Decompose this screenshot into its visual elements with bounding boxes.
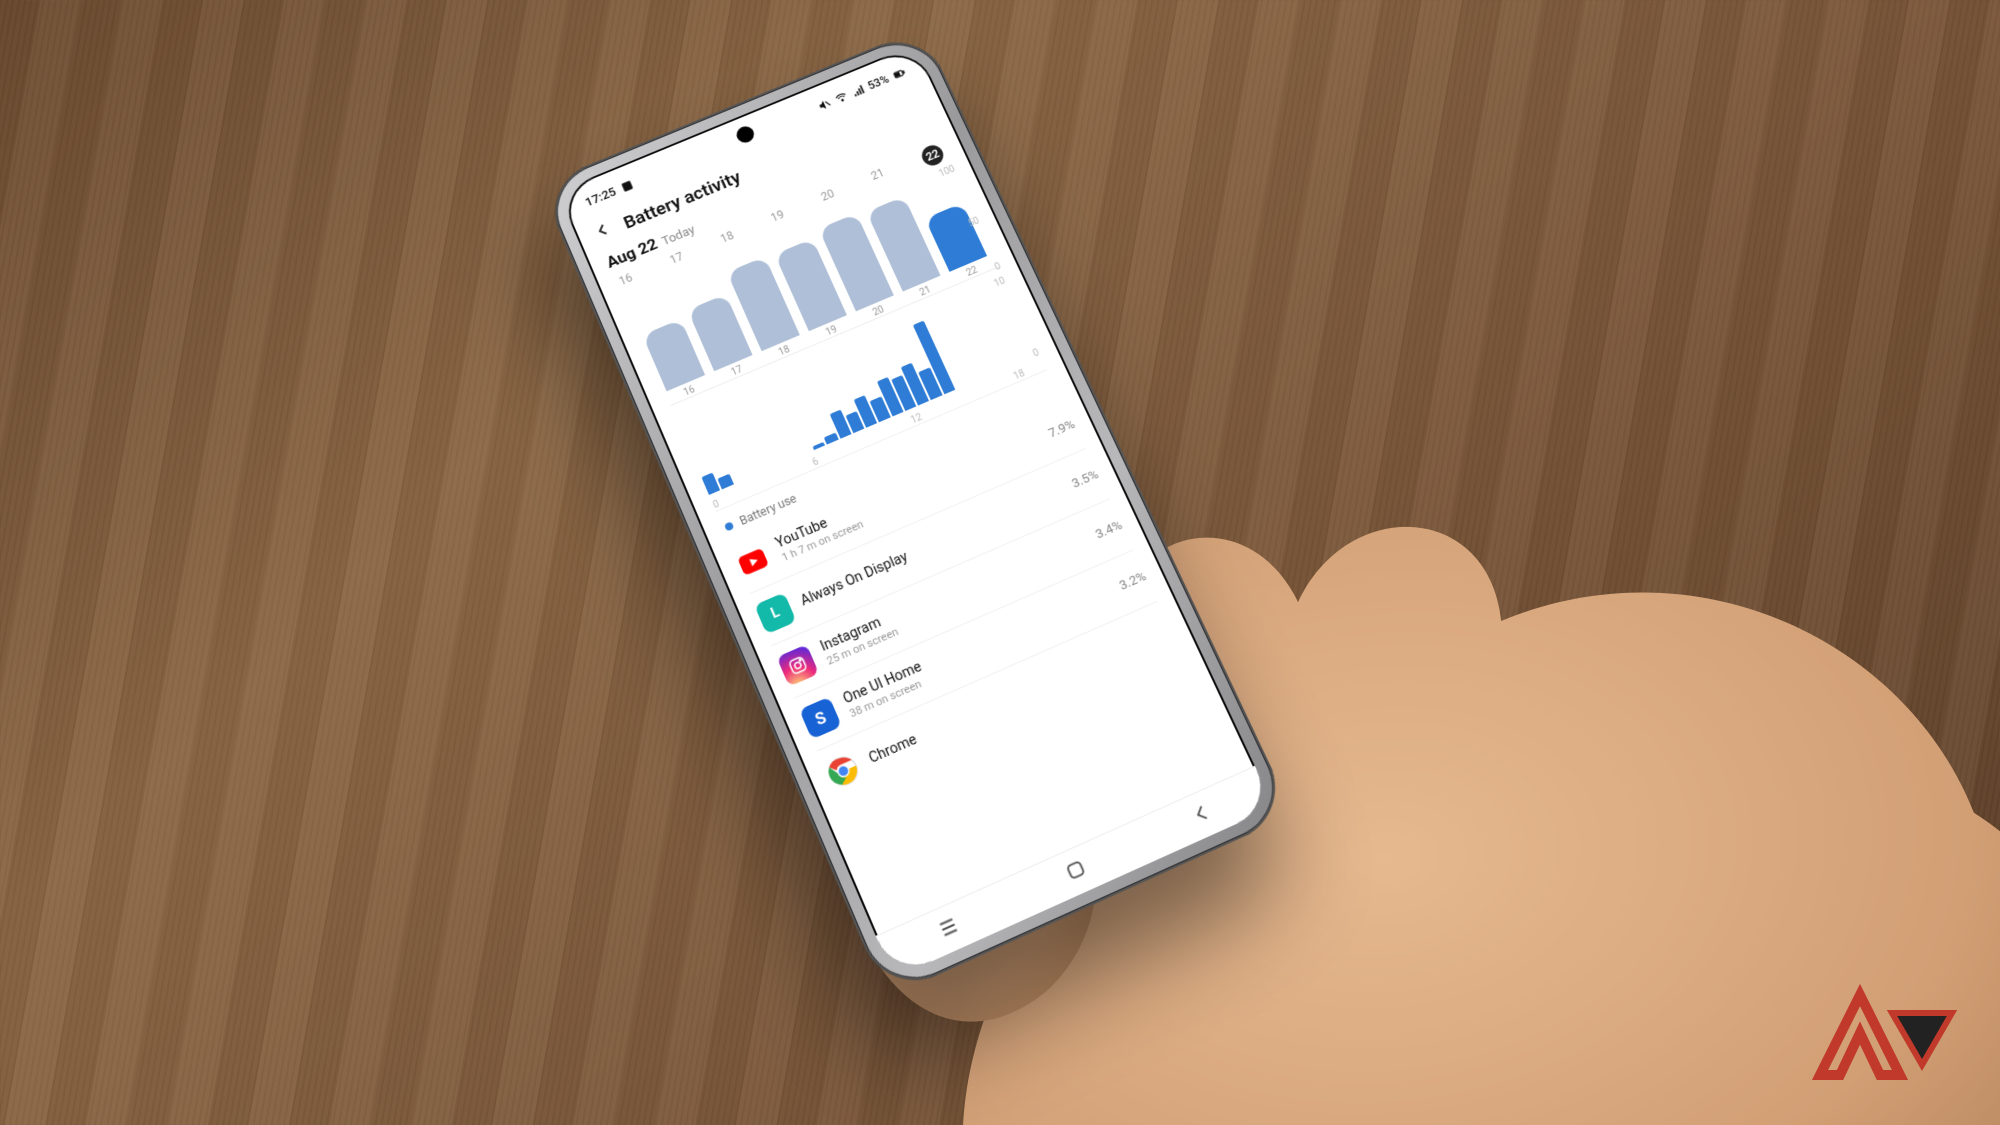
home-button[interactable] (1060, 854, 1092, 888)
chart1-xtick: 17 (730, 364, 744, 378)
battery-icon (890, 66, 908, 83)
chrome-icon (822, 749, 865, 792)
chart2-ytick: 10 (993, 276, 1007, 290)
chart2-xtick: 6 (811, 457, 820, 469)
legend-dot-icon (724, 521, 734, 531)
day-option[interactable]: 18 (718, 229, 738, 253)
wifi-icon (832, 90, 850, 107)
chart1-xtick: 22 (965, 265, 979, 279)
day-option[interactable]: 21 (869, 166, 889, 189)
youtube-icon (732, 541, 774, 583)
chart1-ytick: 0 (993, 261, 1002, 272)
chart1-xtick: 20 (871, 305, 885, 319)
battery-use-bar (718, 474, 734, 489)
chart1-xtick: 19 (824, 324, 838, 338)
recents-button[interactable] (933, 911, 965, 946)
instagram-icon (777, 644, 820, 686)
status-battery-pct: 53% (866, 73, 891, 93)
chart2-ytick: 0 (1031, 348, 1041, 360)
app-pct: 7.9% (1046, 417, 1077, 441)
notification-icon (618, 178, 636, 195)
status-time: 17:25 (583, 185, 618, 210)
oneui-icon: S (799, 697, 842, 740)
battery-use-bar (701, 472, 720, 495)
app-pct: 3.5% (1069, 467, 1100, 491)
battery-use-bar (824, 433, 838, 445)
day-option[interactable]: 19 (769, 208, 789, 232)
battery-use-bar (812, 442, 825, 450)
day-option[interactable]: 20 (819, 187, 839, 210)
app-pct: 3.2% (1117, 569, 1149, 594)
day-option[interactable]: 16 (617, 271, 637, 295)
day-option[interactable]: 17 (668, 250, 688, 274)
chart2-xtick: 0 (712, 499, 721, 511)
chart1-xtick: 16 (682, 384, 696, 398)
watermark-logo (1800, 975, 1960, 1095)
chart1-xtick: 18 (777, 344, 791, 358)
back-nav-button[interactable] (1186, 798, 1218, 832)
signal-icon (849, 83, 867, 100)
aod-icon: L (754, 592, 796, 634)
app-pct: 3.4% (1093, 518, 1124, 542)
day-option[interactable]: 22 (919, 142, 947, 168)
chart1-xtick: 21 (918, 285, 932, 299)
mute-icon (815, 97, 833, 114)
